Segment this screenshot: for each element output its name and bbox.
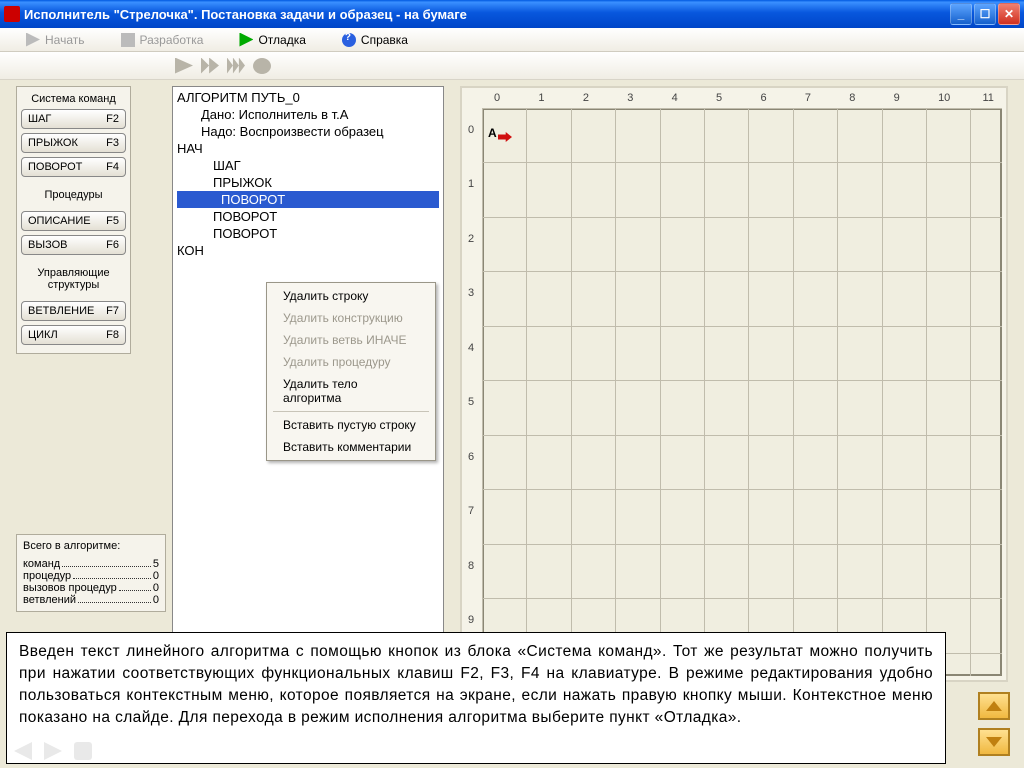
context-menu: Удалить строку Удалить конструкцию Удали…	[266, 282, 436, 461]
app-icon	[4, 6, 20, 22]
grid-y-label: 6	[468, 451, 474, 463]
grid-x-label: 0	[494, 92, 500, 104]
help-icon	[342, 33, 356, 47]
code-line[interactable]: ПРЫЖОК	[177, 174, 439, 191]
menubar: Начать Разработка Отладка Справка	[0, 28, 1024, 52]
grid-y-label: 9	[468, 614, 474, 626]
grid-y-label: 4	[468, 342, 474, 354]
grid-x-label: 6	[760, 92, 766, 104]
marker-label-a: A	[488, 126, 497, 140]
code-line[interactable]: Надо: Воспроизвести образец	[177, 123, 439, 140]
palette-title-structures: Управляющиеструктуры	[21, 267, 126, 291]
command-palette: Система команд ШАГF2 ПРЫЖОКF3 ПОВОРОТF4 …	[16, 86, 131, 354]
cmd-description-button[interactable]: ОПИСАНИЕF5	[21, 211, 126, 231]
skip-button[interactable]	[227, 58, 245, 74]
minimize-button[interactable]: _	[950, 3, 972, 25]
menu-debug[interactable]: Отладка	[221, 28, 323, 51]
palette-title-procedures: Процедуры	[21, 189, 126, 201]
stats-row: вызовов процедур0	[23, 582, 159, 594]
stats-row: процедур0	[23, 570, 159, 582]
grid-y-label: 5	[468, 396, 474, 408]
code-line-selected[interactable]: ПОВОРОТ	[177, 191, 439, 208]
grid-y-label: 1	[468, 178, 474, 190]
grid-x-label: 5	[716, 92, 722, 104]
stop-button[interactable]	[253, 58, 271, 74]
stats-panel: Всего в алгоритме: команд5 процедур0 выз…	[16, 534, 166, 612]
palette-title-commands: Система команд	[21, 93, 126, 105]
menu-start[interactable]: Начать	[8, 28, 103, 51]
grid-x-label: 2	[583, 92, 589, 104]
code-line[interactable]: ШАГ	[177, 157, 439, 174]
ctx-delete-construction: Удалить конструкцию	[269, 307, 433, 329]
grid-y-label: 8	[468, 560, 474, 572]
code-line[interactable]: Дано: Исполнитель в т.А	[177, 106, 439, 123]
ctx-delete-else: Удалить ветвь ИНАЧЕ	[269, 329, 433, 351]
fast-forward-button[interactable]	[201, 58, 219, 74]
ctx-delete-line[interactable]: Удалить строку	[269, 285, 433, 307]
maximize-button[interactable]: ☐	[974, 3, 996, 25]
cmd-branch-button[interactable]: ВЕТВЛЕНИЕF7	[21, 301, 126, 321]
grid-x-label: 1	[538, 92, 544, 104]
ctx-delete-procedure: Удалить процедуру	[269, 351, 433, 373]
grid-x-label: 9	[894, 92, 900, 104]
code-line[interactable]: НАЧ	[177, 140, 439, 157]
window-titlebar: Исполнитель "Стрелочка". Постановка зада…	[0, 0, 1024, 28]
ctx-delete-body[interactable]: Удалить тело алгоритма	[269, 373, 433, 409]
ctx-insert-blank[interactable]: Вставить пустую строку	[269, 414, 433, 436]
grid-x-label: 10	[938, 92, 950, 104]
play-icon	[26, 33, 40, 47]
grid-canvas[interactable]: A 01234567891011012345678910	[460, 86, 1008, 682]
window-title: Исполнитель "Стрелочка". Постановка зада…	[24, 7, 948, 22]
cmd-call-button[interactable]: ВЫЗОВF6	[21, 235, 126, 255]
instruction-panel: Введен текст линейного алгоритма с помощ…	[6, 632, 946, 764]
app-area: Система команд ШАГF2 ПРЫЖОКF3 ПОВОРОТF4 …	[0, 80, 1024, 768]
grid-y-label: 0	[468, 124, 474, 136]
playback-toolbar	[0, 52, 1024, 80]
ctx-insert-comment[interactable]: Вставить комментарии	[269, 436, 433, 458]
code-line[interactable]: ПОВОРОТ	[177, 208, 439, 225]
debug-icon	[239, 33, 253, 47]
code-line[interactable]: АЛГОРИТМ ПУТЬ_0	[177, 89, 439, 106]
triangle-down-icon	[986, 737, 1002, 747]
grid-x-label: 4	[672, 92, 678, 104]
triangle-up-icon	[986, 701, 1002, 711]
stats-row: ветвлений0	[23, 594, 159, 606]
code-line[interactable]: КОН	[177, 242, 439, 259]
grid-x-label: 8	[849, 92, 855, 104]
nav-up-button[interactable]	[978, 692, 1010, 720]
stats-title: Всего в алгоритме:	[23, 540, 159, 552]
cmd-step-button[interactable]: ШАГF2	[21, 109, 126, 129]
grid-x-label: 3	[627, 92, 633, 104]
cmd-turn-button[interactable]: ПОВОРОТF4	[21, 157, 126, 177]
grid-y-label: 2	[468, 233, 474, 245]
run-button[interactable]	[175, 58, 193, 74]
code-line[interactable]: ПОВОРОТ	[177, 225, 439, 242]
grid-x-label: 11	[982, 92, 993, 104]
grid-y-label: 7	[468, 505, 474, 517]
grid-y-label: 3	[468, 287, 474, 299]
menu-help[interactable]: Справка	[324, 28, 426, 51]
stats-row: команд5	[23, 558, 159, 570]
cmd-jump-button[interactable]: ПРЫЖОКF3	[21, 133, 126, 153]
nav-down-button[interactable]	[978, 728, 1010, 756]
cmd-loop-button[interactable]: ЦИКЛF8	[21, 325, 126, 345]
close-button[interactable]: ✕	[998, 3, 1020, 25]
grid-x-label: 7	[805, 92, 811, 104]
menu-separator	[273, 411, 429, 412]
menu-develop[interactable]: Разработка	[103, 28, 222, 51]
develop-icon	[121, 33, 135, 47]
slide-nav-ghost	[14, 742, 92, 760]
